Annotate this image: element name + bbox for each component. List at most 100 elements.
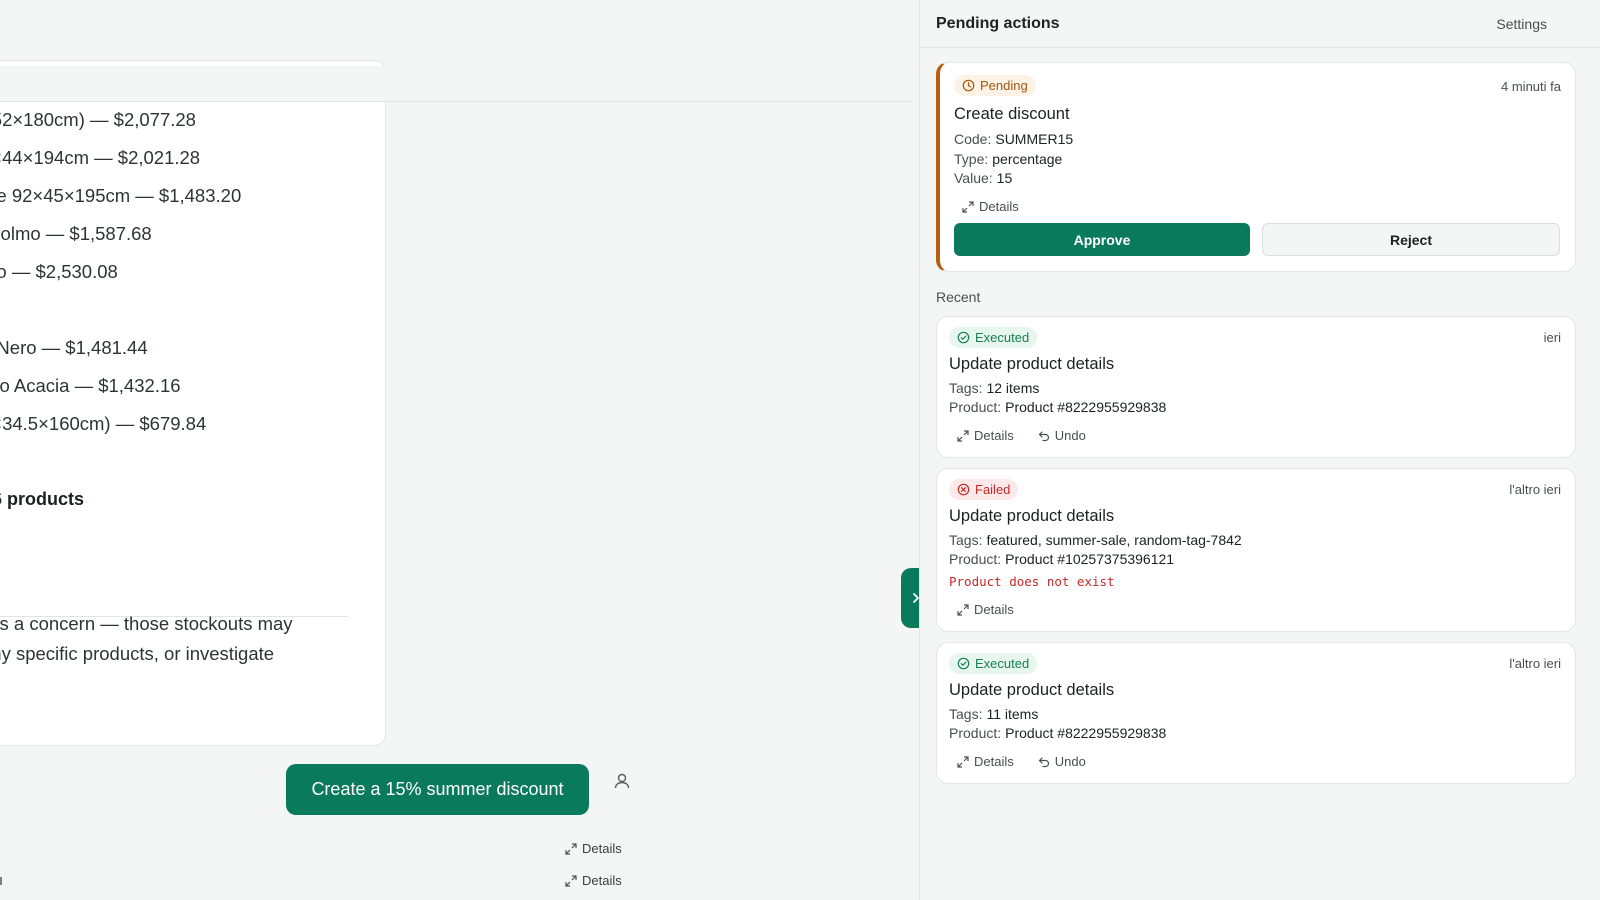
paragraph-line: s is a concern — those stockouts may (0, 613, 293, 634)
reject-button[interactable]: Reject (1262, 223, 1560, 256)
details-link[interactable]: Details (957, 428, 1014, 443)
details-label: Details (582, 841, 622, 856)
approve-button[interactable]: Approve (954, 223, 1250, 256)
card-links: Details (962, 199, 1019, 214)
details-label: Details (974, 602, 1014, 617)
product-line: 5×44×194cm — $2,021.28 (0, 147, 201, 168)
scroll-marker (0, 877, 2, 885)
field-row: Tags: featured, summer-sale, random-tag-7… (949, 532, 1242, 548)
field-value: Product #10257375396121 (1005, 551, 1175, 567)
field-value: percentage (992, 151, 1063, 167)
products-heading: - 6 products (0, 489, 85, 509)
product-line: allo Acacia — $1,432.16 (0, 375, 181, 396)
field-key: Type: (954, 151, 989, 167)
field-key: Code: (954, 131, 992, 147)
user-icon (612, 771, 632, 791)
panel-header: Pending actions Settings (920, 0, 1600, 48)
status-badge: Executed (949, 653, 1038, 674)
status-badge: Pending (954, 75, 1036, 96)
card-links: Details Undo (957, 754, 1086, 769)
chat-header (0, 0, 912, 67)
timestamp: l'altro ieri (1509, 482, 1561, 497)
settings-link[interactable]: Settings (1496, 16, 1547, 32)
field-row: Value: 15 (954, 170, 1012, 186)
field-value: featured, summer-sale, random-tag-7842 (986, 532, 1242, 548)
field-value: Product #8222955929838 (1005, 725, 1167, 741)
field-value: 11 items (986, 706, 1039, 722)
field-key: Tags: (949, 380, 983, 396)
pending-actions-panel: Pending actions Settings Pending 4 minut… (919, 0, 1600, 900)
paragraph-line: any specific products, or investigate (0, 643, 275, 664)
user-message-bubble: Create a 15% summer discount (286, 764, 589, 815)
details-link[interactable]: Details (957, 754, 1014, 769)
recent-section-label: Recent (936, 289, 981, 305)
field-key: Product: (949, 399, 1002, 415)
expand-icon (957, 429, 969, 442)
details-link[interactable]: Details (565, 841, 622, 856)
field-key: Tags: (949, 706, 983, 722)
product-line: ato — $2,530.08 (0, 261, 118, 282)
status-label: Failed (975, 482, 1011, 497)
field-row: Code: SUMMER15 (954, 131, 1073, 147)
undo-link[interactable]: Undo (1038, 754, 1086, 769)
recent-action-card: Failed l'altro ieri Update product detai… (936, 468, 1576, 632)
recent-action-card: Executed ieri Update product details Tag… (936, 316, 1576, 458)
details-label: Details (979, 199, 1019, 214)
pending-action-card: Pending 4 minuti fa Create discount Code… (936, 62, 1576, 272)
action-title: Update product details (949, 355, 1115, 373)
field-row: Product: Product #8222955929838 (949, 399, 1166, 415)
expand-icon (962, 200, 974, 213)
recent-action-card: Executed l'altro ieri Update product det… (936, 642, 1576, 784)
field-key: Product: (949, 551, 1002, 567)
status-badge: Executed (949, 327, 1038, 348)
undo-icon (1038, 430, 1050, 442)
undo-icon (1038, 756, 1050, 768)
field-key: Tags: (949, 532, 983, 548)
timestamp: 4 minuti fa (1501, 79, 1561, 94)
card-links: Details (957, 602, 1014, 617)
status-label: Pending (980, 78, 1028, 93)
field-row: Product: Product #8222955929838 (949, 725, 1166, 741)
details-label: Details (582, 873, 622, 888)
action-title: Update product details (949, 507, 1115, 525)
clock-icon (962, 79, 975, 92)
expand-icon (957, 755, 969, 768)
product-line: ×52×180cm) — $2,077.28 (0, 109, 196, 130)
check-circle-icon (957, 657, 970, 670)
timestamp: l'altro ieri (1509, 656, 1561, 671)
details-link[interactable]: Details (962, 199, 1019, 214)
details-link[interactable]: Details (565, 873, 622, 888)
undo-link[interactable]: Undo (1038, 428, 1086, 443)
field-value: Product #8222955929838 (1005, 399, 1167, 415)
assistant-message-card: ×52×180cm) — $2,077.28 5×44×194cm — $2,0… (0, 60, 386, 746)
status-badge: Failed (949, 479, 1019, 500)
chat-toolbar (0, 66, 912, 102)
field-row: Tags: 12 items (949, 380, 1039, 396)
field-value: 12 items (986, 380, 1040, 396)
expand-icon (565, 842, 577, 855)
field-row: Product: Product #10257375396121 (949, 551, 1174, 567)
action-title: Create discount (954, 105, 1070, 123)
undo-label: Undo (1054, 754, 1086, 769)
status-label: Executed (975, 656, 1030, 671)
field-value: SUMMER15 (995, 131, 1074, 147)
panel-title: Pending actions (936, 15, 1060, 32)
chat-area: ×52×180cm) — $2,077.28 5×44×194cm — $2,0… (0, 0, 919, 900)
action-title: Update product details (949, 681, 1115, 699)
details-link[interactable]: Details (957, 602, 1014, 617)
status-label: Executed (975, 330, 1030, 345)
undo-label: Undo (1054, 428, 1086, 443)
details-label: Details (974, 428, 1014, 443)
timestamp: ieri (1543, 330, 1561, 345)
product-line: e Nero — $1,481.44 (0, 337, 148, 358)
field-row: Type: percentage (954, 151, 1062, 167)
expand-icon (957, 603, 969, 616)
field-key: Value: (954, 170, 993, 186)
field-value: 15 (996, 170, 1013, 186)
card-links: Details Undo (957, 428, 1086, 443)
x-circle-icon (957, 483, 970, 496)
details-label: Details (974, 754, 1014, 769)
error-message: Product does not exist (949, 574, 1115, 589)
check-circle-icon (957, 331, 970, 344)
product-line: di olmo — $1,587.68 (0, 223, 152, 244)
